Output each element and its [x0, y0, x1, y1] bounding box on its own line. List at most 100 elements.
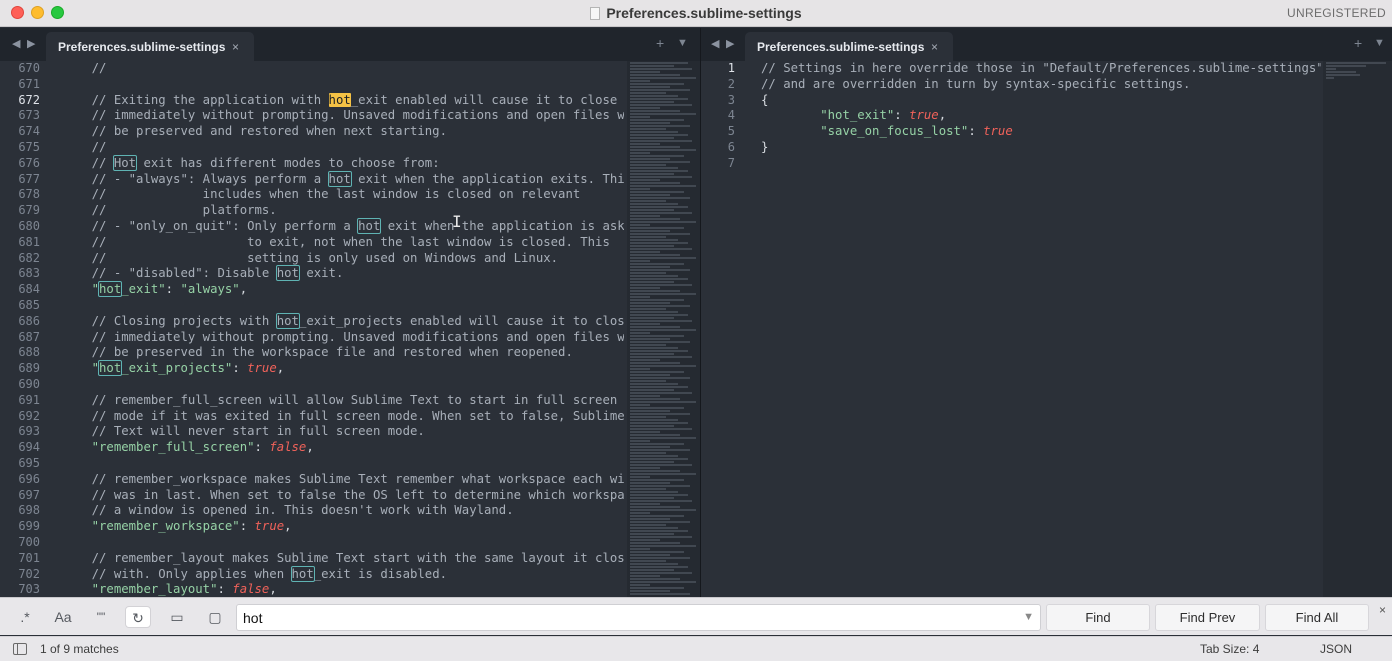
minimap-line	[630, 419, 678, 421]
code-line[interactable]: {	[761, 93, 1321, 109]
code-line[interactable]: //	[62, 61, 624, 77]
find-prev-button[interactable]: Find Prev	[1155, 604, 1260, 631]
case-sensitive-toggle[interactable]: Aa	[50, 606, 76, 628]
code-line[interactable]	[62, 77, 624, 93]
wrap-toggle[interactable]: ↻	[125, 606, 151, 628]
find-button[interactable]: Find	[1046, 604, 1150, 631]
find-history-dropdown-icon[interactable]: ▼	[1023, 611, 1034, 623]
left-tab-bar: ◀ ▶ Preferences.sublime-settings × + ▼	[0, 28, 700, 61]
code-line[interactable]: // - "only_on_quit": Only perform a hot …	[62, 217, 624, 235]
code-line[interactable]: // immediately without prompting. Unsave…	[62, 108, 624, 124]
new-tab-icon[interactable]: +	[1354, 35, 1362, 51]
minimap-line	[630, 344, 666, 346]
code-line[interactable]	[761, 156, 1321, 172]
minimap-line	[630, 389, 674, 391]
line-number: 701	[18, 550, 40, 565]
code-line[interactable]: "hot_exit": true,	[761, 108, 1321, 124]
code-line[interactable]: // mode if it was exited in full screen …	[62, 409, 624, 425]
code-area[interactable]: // // Exiting the application with hot_e…	[62, 61, 624, 597]
line-number: 703	[18, 582, 40, 597]
code-line[interactable]: // was in last. When set to false the OS…	[62, 488, 624, 504]
sidebar-toggle-icon[interactable]	[13, 643, 27, 655]
code-line[interactable]: //	[62, 140, 624, 156]
find-close-icon[interactable]: ×	[1379, 603, 1386, 617]
highlight-matches-toggle[interactable]: ▢	[202, 606, 228, 628]
whole-word-toggle[interactable]: ""	[88, 606, 114, 628]
code-line[interactable]	[62, 298, 624, 314]
tab-back-icon[interactable]: ◀	[711, 37, 719, 50]
code-line[interactable]: "remember_workspace": true,	[62, 519, 624, 535]
code-line[interactable]: // remember_workspace makes Sublime Text…	[62, 472, 624, 488]
code-line[interactable]: // immediately without prompting. Unsave…	[62, 330, 624, 346]
line-number: 674	[18, 124, 40, 139]
find-all-button[interactable]: Find All	[1265, 604, 1369, 631]
tab-close-icon[interactable]: ×	[232, 40, 239, 54]
code-line[interactable]: // Exiting the application with hot_exit…	[62, 92, 624, 109]
code-line[interactable]: // be preserved and restored when next s…	[62, 124, 624, 140]
minimap-line	[630, 551, 684, 553]
tab-size[interactable]: Tab Size: 4	[1200, 642, 1259, 656]
tab-preferences-right[interactable]: Preferences.sublime-settings ×	[745, 32, 953, 61]
line-number: 2	[727, 76, 735, 91]
code-line[interactable]: // Closing projects with hot_exit_projec…	[62, 312, 624, 330]
tab-close-icon[interactable]: ×	[931, 40, 938, 54]
code-line[interactable]: // with. Only applies when hot_exit is d…	[62, 565, 624, 583]
regex-toggle[interactable]: .*	[12, 606, 38, 628]
code-line[interactable]	[62, 456, 624, 472]
minimap-line	[630, 149, 696, 151]
code-line[interactable]: // platforms.	[62, 203, 624, 219]
code-line[interactable]: "remember_full_screen": false,	[62, 440, 624, 456]
tab-back-icon[interactable]: ◀	[12, 37, 20, 50]
tab-preferences-left[interactable]: Preferences.sublime-settings ×	[46, 32, 254, 61]
find-input-wrapper: ▼	[236, 604, 1041, 631]
code-line[interactable]: // remember_layout makes Sublime Text st…	[62, 551, 624, 567]
in-selection-toggle[interactable]: ▭	[164, 606, 190, 628]
code-line[interactable]: // be preserved in the workspace file an…	[62, 345, 624, 361]
find-input[interactable]	[243, 608, 1003, 628]
minimap-line	[630, 575, 660, 577]
minimap-line	[630, 482, 670, 484]
minimap-line	[630, 359, 660, 361]
minimap-line	[630, 542, 680, 544]
right-editor-pane[interactable]: 1234567 // Settings in here override tho…	[701, 61, 1392, 597]
left-editor-pane[interactable]: 670 671 672 673 674 675 676 677 678 679 680 681 682 6…	[0, 61, 700, 597]
minimap-line	[630, 113, 696, 115]
code-line[interactable]: // - "disabled": Disable hot exit.	[62, 265, 624, 282]
code-line[interactable]: // Text will never start in full screen …	[62, 424, 624, 440]
code-area[interactable]: // Settings in here override those in "D…	[761, 61, 1321, 172]
code-line[interactable]: // setting is only used on Windows and L…	[62, 251, 624, 267]
code-line[interactable]: // Hot exit has different modes to choos…	[62, 154, 624, 172]
code-line[interactable]: // Settings in here override those in "D…	[761, 61, 1321, 77]
tab-menu-icon[interactable]: ▼	[677, 37, 688, 49]
code-line[interactable]: "save_on_focus_lost": true	[761, 124, 1321, 140]
minimap[interactable]	[1323, 61, 1392, 597]
minimap-line	[1326, 65, 1366, 67]
tab-menu-icon[interactable]: ▼	[1374, 37, 1385, 49]
minimap-line	[630, 485, 690, 487]
code-line[interactable]: // a window is opened in. This doesn't w…	[62, 503, 624, 519]
code-line[interactable]: "remember_layout": false,	[62, 582, 624, 597]
minimap-line	[630, 497, 674, 499]
find-panel: .* Aa "" ↻ ▭ ▢ ▼ Find Find Prev Find All…	[0, 597, 1392, 635]
minimap-line	[630, 509, 696, 511]
minimap-line	[630, 131, 678, 133]
tab-forward-icon[interactable]: ▶	[27, 37, 35, 50]
code-line[interactable]: // to exit, not when the last window is …	[62, 235, 624, 251]
syntax-selector[interactable]: JSON	[1320, 642, 1352, 656]
minimap-line	[630, 275, 678, 277]
minimap-line	[630, 104, 692, 106]
code-line[interactable]: // remember_full_screen will allow Subli…	[62, 393, 624, 409]
window-title: Preferences.sublime-settings	[0, 5, 1392, 21]
code-line[interactable]	[62, 377, 624, 393]
code-line[interactable]: // - "always": Always perform a hot exit…	[62, 170, 624, 188]
tab-forward-icon[interactable]: ▶	[726, 37, 734, 50]
code-line[interactable]	[62, 535, 624, 551]
new-tab-icon[interactable]: +	[656, 35, 664, 51]
code-line[interactable]: // includes when the last window is clos…	[62, 187, 624, 203]
code-line[interactable]: "hot_exit_projects": true,	[62, 360, 624, 377]
code-line[interactable]: "hot_exit": "always",	[62, 281, 624, 298]
minimap-line	[630, 236, 666, 238]
minimap[interactable]	[627, 61, 700, 597]
code-line[interactable]: // and are overridden in turn by syntax-…	[761, 77, 1321, 93]
code-line[interactable]: }	[761, 140, 1321, 156]
